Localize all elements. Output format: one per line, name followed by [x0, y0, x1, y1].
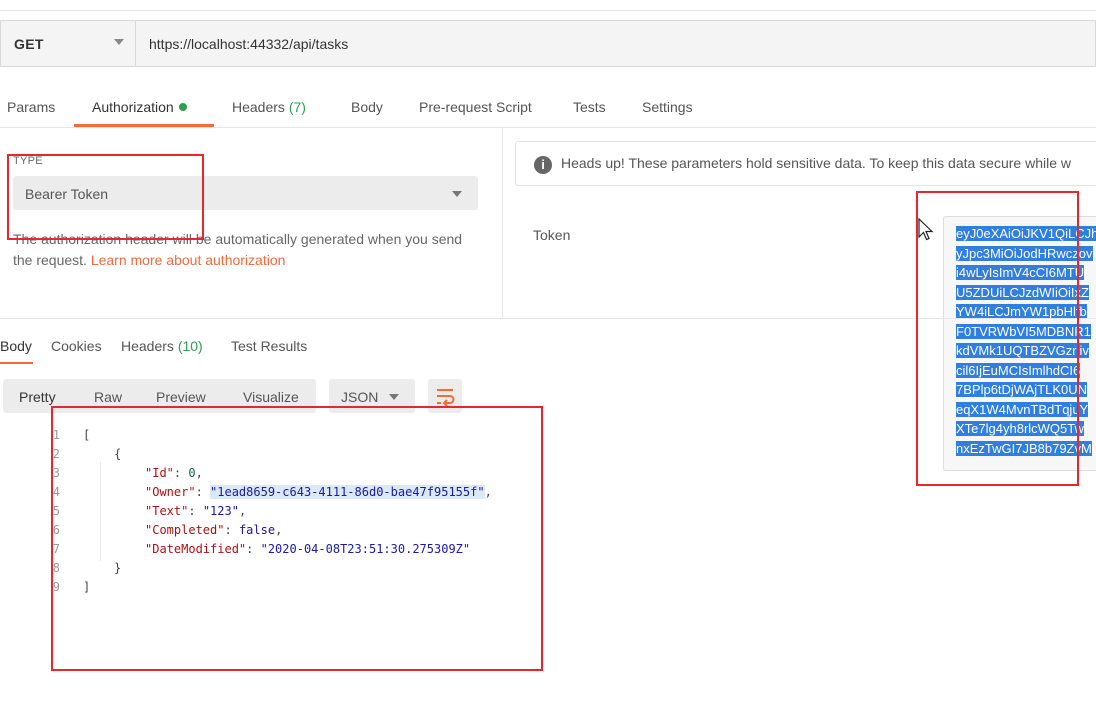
- chevron-down-icon[interactable]: [452, 191, 462, 197]
- response-tab-body[interactable]: Body: [0, 338, 32, 354]
- tab-body[interactable]: Body: [351, 99, 383, 115]
- response-tab-test-results[interactable]: Test Results: [231, 338, 307, 354]
- annotation-box-token: [916, 191, 1079, 486]
- view-pretty-button[interactable]: Pretty: [19, 389, 56, 405]
- view-visualize-button[interactable]: Visualize: [243, 389, 299, 405]
- annotation-box-auth-type: [7, 154, 204, 240]
- active-tab-indicator: [0, 362, 33, 364]
- notice-text: Heads up! These parameters hold sensitiv…: [561, 155, 1071, 171]
- chevron-down-icon[interactable]: [389, 394, 399, 400]
- status-dot-icon: [178, 103, 187, 111]
- annotation-box-response: [51, 406, 543, 671]
- panel-divider: [502, 128, 503, 318]
- tab-params[interactable]: Params: [7, 99, 55, 115]
- top-strip: [0, 0, 1096, 11]
- tab-pre-request-script[interactable]: Pre-request Script: [419, 99, 532, 115]
- view-raw-button[interactable]: Raw: [94, 389, 122, 405]
- format-label: JSON: [341, 389, 379, 405]
- response-tab-headers[interactable]: Headers (10): [121, 338, 203, 354]
- tab-authorization[interactable]: Authorization: [92, 99, 187, 115]
- tab-tests[interactable]: Tests: [573, 99, 606, 115]
- learn-more-link[interactable]: Learn more about authorization: [91, 252, 286, 268]
- tabs-divider: [0, 127, 1096, 128]
- url-input[interactable]: https://localhost:44332/api/tasks: [149, 36, 348, 52]
- tab-settings[interactable]: Settings: [642, 99, 693, 115]
- chevron-down-icon[interactable]: [114, 39, 124, 45]
- token-label: Token: [533, 227, 571, 243]
- view-preview-button[interactable]: Preview: [156, 389, 206, 405]
- tab-headers[interactable]: Headers (7): [232, 99, 306, 115]
- info-icon: i: [534, 156, 552, 174]
- method-label: GET: [14, 36, 44, 52]
- response-tab-cookies[interactable]: Cookies: [51, 338, 102, 354]
